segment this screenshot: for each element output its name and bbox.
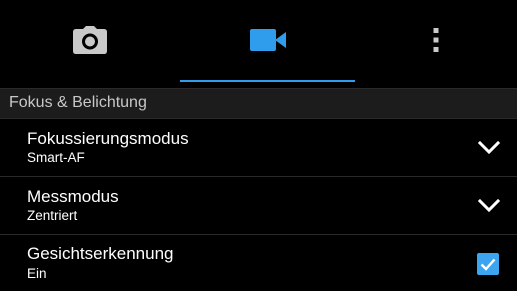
setting-metering-mode[interactable]: Messmodus Zentriert <box>0 177 517 234</box>
setting-value: Zentriert <box>27 208 78 223</box>
chevron-down-icon[interactable] <box>477 140 501 155</box>
camera-icon <box>72 26 108 59</box>
checkmark-icon <box>480 258 496 271</box>
setting-value: Ein <box>27 266 47 281</box>
tab-video[interactable] <box>180 0 355 85</box>
setting-title: Fokussierungsmodus <box>27 129 189 148</box>
section-header: Fokus & Belichtung <box>0 89 517 118</box>
selected-tab-indicator <box>180 80 355 82</box>
setting-title: Gesichtserkennung <box>27 244 174 263</box>
camera-settings-screen: Fokus & Belichtung Fokussierungsmodus Sm… <box>0 0 517 291</box>
setting-title: Messmodus <box>27 187 119 206</box>
chevron-down-icon[interactable] <box>477 198 501 213</box>
setting-face-detection[interactable]: Gesichtserkennung Ein <box>0 235 517 291</box>
tab-more-options[interactable] <box>355 0 517 85</box>
tab-photo[interactable] <box>0 0 180 85</box>
setting-value: Smart-AF <box>27 150 85 165</box>
video-icon <box>249 29 286 56</box>
mode-tab-bar <box>0 0 517 85</box>
face-detection-checkbox[interactable] <box>477 253 499 275</box>
more-vert-icon <box>433 28 439 57</box>
setting-focus-mode[interactable]: Fokussierungsmodus Smart-AF <box>0 119 517 176</box>
section-title: Fokus & Belichtung <box>9 94 147 111</box>
